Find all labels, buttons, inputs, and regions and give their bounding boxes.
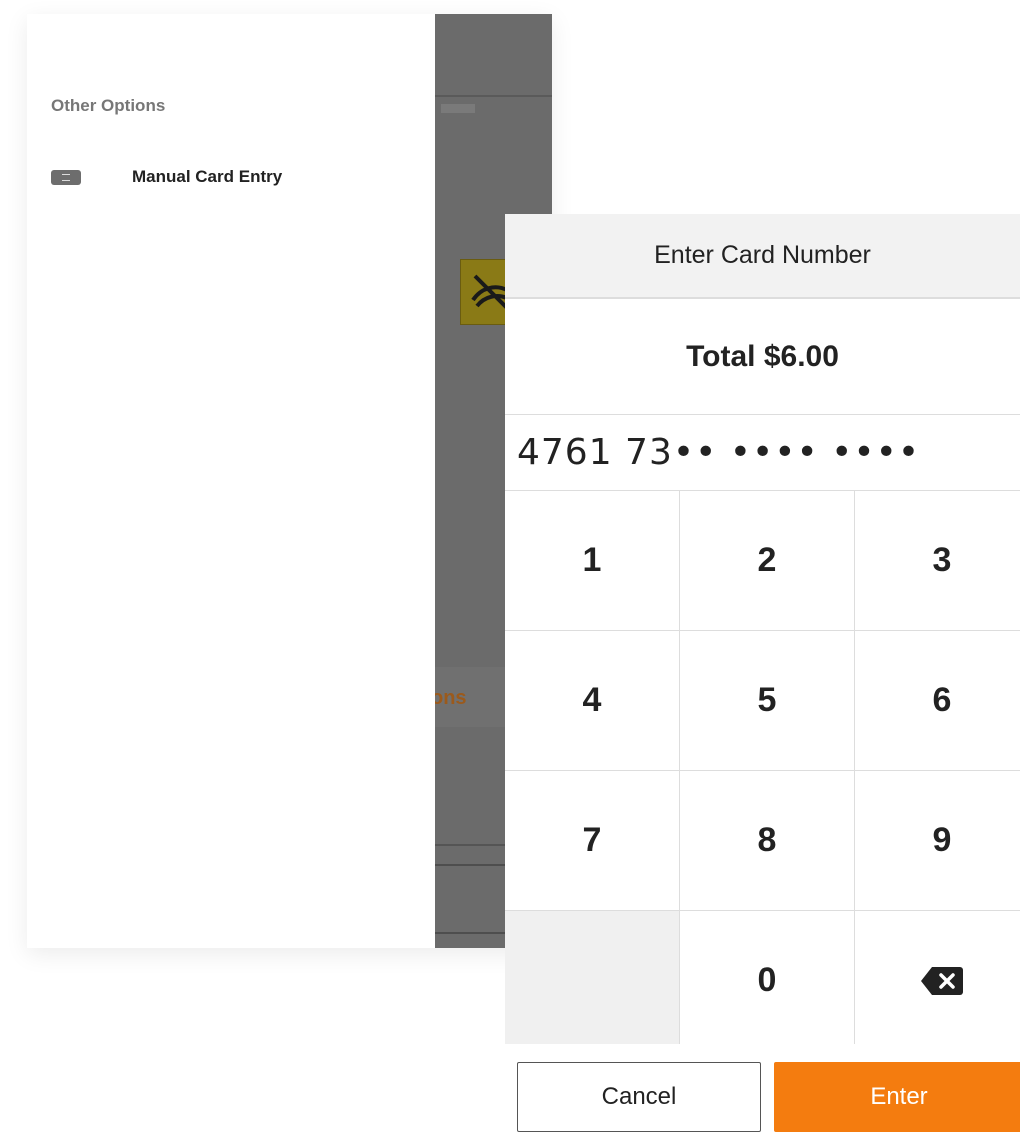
partial-options-text: ons xyxy=(435,687,467,709)
card-number-value: 4761 73•• •••• •••• xyxy=(517,432,921,473)
placeholder-bar xyxy=(441,104,475,113)
key-2[interactable]: 2 xyxy=(680,491,855,631)
numeric-keypad: 1 2 3 4 5 6 7 8 9 0 xyxy=(505,491,1020,1051)
card-number-field[interactable]: 4761 73•• •••• •••• xyxy=(505,415,1020,491)
dialog-actions: Cancel Enter xyxy=(505,1044,1020,1144)
key-blank xyxy=(505,911,680,1051)
backspace-icon xyxy=(921,966,963,995)
key-9[interactable]: 9 xyxy=(855,771,1020,911)
key-3[interactable]: 3 xyxy=(855,491,1020,631)
divider xyxy=(435,95,552,97)
key-0[interactable]: 0 xyxy=(680,911,855,1051)
dialog-header: Enter Card Number xyxy=(505,214,1020,299)
drawer-heading: Other Options xyxy=(51,96,166,115)
card-icon xyxy=(51,169,81,185)
other-options-drawer: Other Options Manual Card Entry xyxy=(27,14,435,948)
background-screen: Other Options Manual Card Entry ons xyxy=(27,14,552,948)
dialog-title: Enter Card Number xyxy=(654,241,871,269)
key-7[interactable]: 7 xyxy=(505,771,680,911)
enter-card-number-dialog: Enter Card Number Total $6.00 4761 73•• … xyxy=(505,214,1020,1144)
backspace-button[interactable] xyxy=(855,911,1020,1051)
key-5[interactable]: 5 xyxy=(680,631,855,771)
enter-button[interactable]: Enter xyxy=(774,1062,1020,1132)
key-8[interactable]: 8 xyxy=(680,771,855,911)
key-1[interactable]: 1 xyxy=(505,491,680,631)
manual-card-entry-item[interactable]: Manual Card Entry xyxy=(51,164,421,190)
key-6[interactable]: 6 xyxy=(855,631,1020,771)
key-4[interactable]: 4 xyxy=(505,631,680,771)
total-amount: Total $6.00 xyxy=(686,339,839,373)
total-row: Total $6.00 xyxy=(505,299,1020,415)
drawer-item-label: Manual Card Entry xyxy=(132,167,283,186)
cancel-button[interactable]: Cancel xyxy=(517,1062,761,1132)
